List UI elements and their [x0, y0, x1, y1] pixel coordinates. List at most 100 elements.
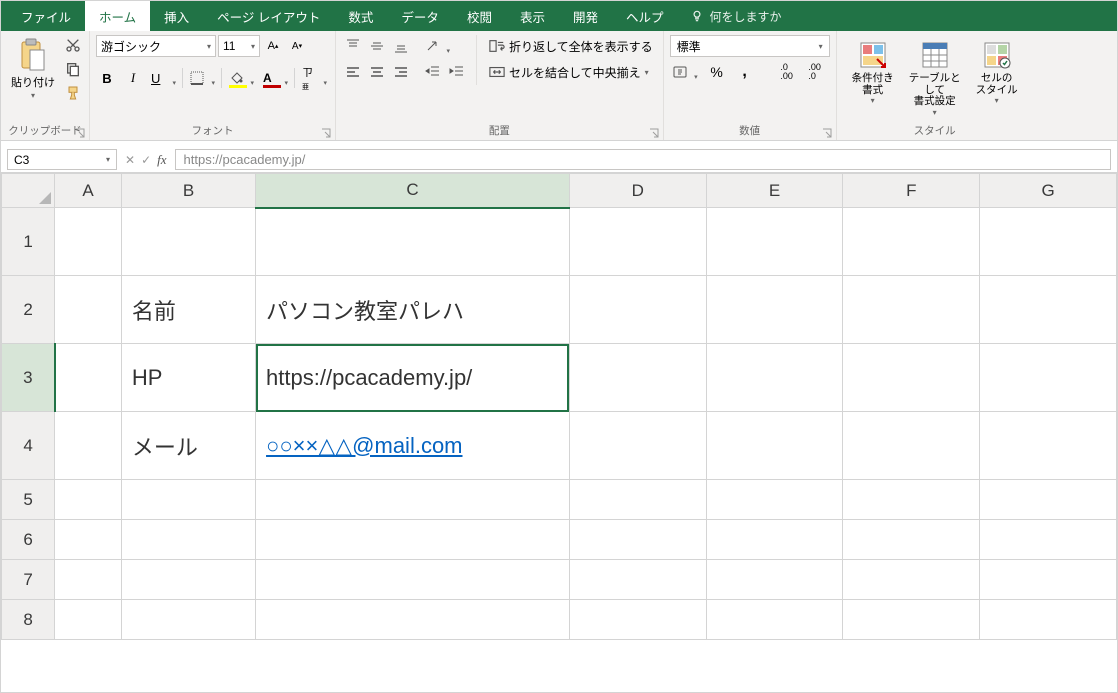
dialog-launcher-icon[interactable] — [649, 128, 659, 138]
cell-C6[interactable] — [256, 520, 570, 560]
cell-A5[interactable] — [55, 480, 122, 520]
tab-data[interactable]: データ — [387, 1, 453, 31]
cell-B1[interactable] — [121, 208, 255, 276]
tab-insert[interactable]: 挿入 — [150, 1, 203, 31]
number-format-selector[interactable]: 標準▾ — [670, 35, 830, 57]
insert-function-button[interactable]: fx — [157, 152, 166, 168]
tab-view[interactable]: 表示 — [506, 1, 559, 31]
cell-E7[interactable] — [706, 560, 843, 600]
cut-button[interactable] — [63, 35, 83, 55]
cell-B5[interactable] — [121, 480, 255, 520]
column-header-A[interactable]: A — [55, 174, 122, 208]
row-header-3[interactable]: 3 — [2, 344, 55, 412]
cell-C1[interactable] — [256, 208, 570, 276]
decrease-decimal-button[interactable]: .00.0 — [804, 61, 826, 83]
italic-button[interactable]: I — [122, 67, 144, 89]
merge-center-button[interactable]: セルを結合して中央揃え ▾ — [485, 61, 657, 83]
row-header-2[interactable]: 2 — [2, 276, 55, 344]
copy-button[interactable] — [63, 59, 83, 79]
cell-F7[interactable] — [843, 560, 980, 600]
column-header-G[interactable]: G — [980, 174, 1117, 208]
cell-A2[interactable] — [55, 276, 122, 344]
cell-C4[interactable]: ○○××△△@mail.com — [256, 412, 570, 480]
tab-help[interactable]: ヘルプ — [612, 1, 678, 31]
increase-font-size-button[interactable]: A▴ — [262, 35, 284, 57]
cell-E1[interactable] — [706, 208, 843, 276]
dialog-launcher-icon[interactable] — [822, 128, 832, 138]
cell-D8[interactable] — [569, 600, 706, 640]
cell-D2[interactable] — [569, 276, 706, 344]
orientation-button[interactable] — [422, 35, 452, 57]
format-painter-button[interactable] — [63, 83, 83, 103]
decrease-indent-button[interactable] — [422, 61, 444, 83]
tell-me-search[interactable]: 何をしますか — [678, 1, 794, 31]
bold-button[interactable]: B — [96, 67, 118, 89]
cell-B3[interactable]: HP — [121, 344, 255, 412]
cell-A4[interactable] — [55, 412, 122, 480]
name-box[interactable]: C3▾ — [7, 149, 117, 170]
cell-E2[interactable] — [706, 276, 843, 344]
cell-C8[interactable] — [256, 600, 570, 640]
accounting-format-button[interactable] — [670, 61, 700, 83]
align-bottom-button[interactable] — [390, 35, 412, 57]
font-size-selector[interactable]: 11▾ — [218, 35, 260, 57]
cell-G8[interactable] — [980, 600, 1117, 640]
cell-D3[interactable] — [569, 344, 706, 412]
tab-developer[interactable]: 開発 — [559, 1, 612, 31]
cell-C5[interactable] — [256, 480, 570, 520]
cell-G1[interactable] — [980, 208, 1117, 276]
cell-B7[interactable] — [121, 560, 255, 600]
cell-E4[interactable] — [706, 412, 843, 480]
dialog-launcher-icon[interactable] — [75, 128, 85, 138]
cell-styles-button[interactable]: セルの スタイル ▾ — [967, 35, 1027, 105]
cell-F8[interactable] — [843, 600, 980, 640]
cell-A3[interactable] — [55, 344, 122, 412]
cell-D4[interactable] — [569, 412, 706, 480]
cell-G4[interactable] — [980, 412, 1117, 480]
cell-B8[interactable] — [121, 600, 255, 640]
cell-B4[interactable]: メール — [121, 412, 255, 480]
cell-E6[interactable] — [706, 520, 843, 560]
cancel-formula-button[interactable]: ✕ — [125, 153, 135, 167]
cell-D6[interactable] — [569, 520, 706, 560]
font-name-selector[interactable]: 游ゴシック▾ — [96, 35, 216, 57]
cell-D1[interactable] — [569, 208, 706, 276]
enter-formula-button[interactable]: ✓ — [141, 153, 151, 167]
cell-F1[interactable] — [843, 208, 980, 276]
row-header-8[interactable]: 8 — [2, 600, 55, 640]
column-header-B[interactable]: B — [121, 174, 255, 208]
cell-D7[interactable] — [569, 560, 706, 600]
increase-indent-button[interactable] — [446, 61, 468, 83]
tab-review[interactable]: 校閲 — [453, 1, 506, 31]
wrap-text-button[interactable]: 折り返して全体を表示する — [485, 35, 657, 57]
cell-F2[interactable] — [843, 276, 980, 344]
percent-button[interactable]: % — [706, 61, 728, 83]
column-header-F[interactable]: F — [843, 174, 980, 208]
select-all-corner[interactable] — [2, 174, 55, 208]
conditional-formatting-button[interactable]: 条件付き 書式 ▾ — [843, 35, 903, 105]
cell-A8[interactable] — [55, 600, 122, 640]
cell-C3[interactable]: https://pcacademy.jp/ — [256, 344, 570, 412]
font-color-button[interactable]: A — [260, 67, 290, 89]
fill-color-button[interactable] — [226, 67, 256, 89]
increase-decimal-button[interactable]: .0.00 — [776, 61, 798, 83]
align-middle-button[interactable] — [366, 35, 388, 57]
column-header-C[interactable]: C — [256, 174, 570, 208]
align-top-button[interactable] — [342, 35, 364, 57]
align-left-button[interactable] — [342, 61, 364, 83]
underline-button[interactable]: U — [148, 67, 178, 89]
cell-G6[interactable] — [980, 520, 1117, 560]
dialog-launcher-icon[interactable] — [321, 128, 331, 138]
cell-B2[interactable]: 名前 — [121, 276, 255, 344]
column-header-E[interactable]: E — [706, 174, 843, 208]
cell-A6[interactable] — [55, 520, 122, 560]
phonetic-button[interactable]: ㄗ亜 — [299, 67, 329, 89]
row-header-1[interactable]: 1 — [2, 208, 55, 276]
row-header-4[interactable]: 4 — [2, 412, 55, 480]
cell-G5[interactable] — [980, 480, 1117, 520]
align-center-button[interactable] — [366, 61, 388, 83]
cell-F3[interactable] — [843, 344, 980, 412]
borders-button[interactable] — [187, 67, 217, 89]
cell-E8[interactable] — [706, 600, 843, 640]
cell-F5[interactable] — [843, 480, 980, 520]
